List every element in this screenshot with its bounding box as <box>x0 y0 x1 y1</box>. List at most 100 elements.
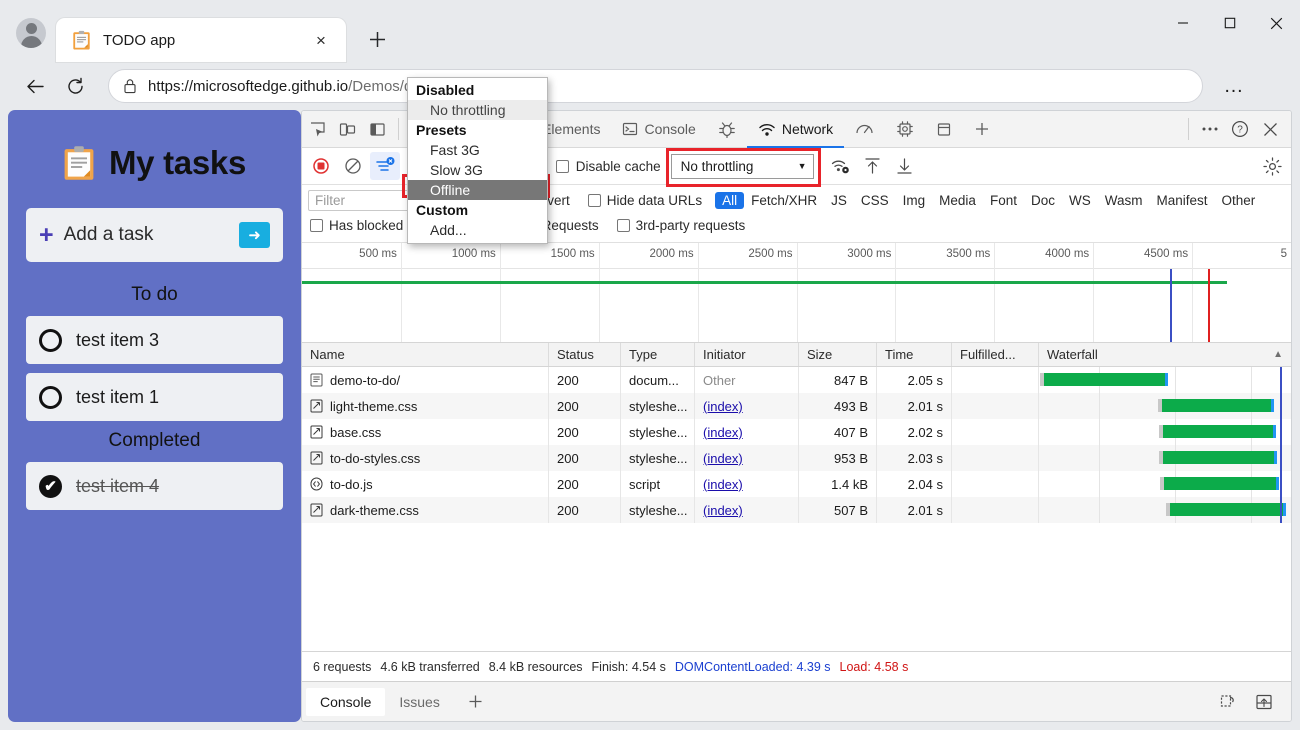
minimize-button[interactable] <box>1159 0 1206 46</box>
column-header-status[interactable]: Status <box>549 343 621 366</box>
menu-item-slow-3g[interactable]: Slow 3G <box>408 160 547 180</box>
import-har-icon[interactable] <box>858 152 888 180</box>
menu-item-offline[interactable]: Offline <box>408 180 547 200</box>
back-button[interactable] <box>18 69 52 103</box>
table-row[interactable]: dark-theme.css 200 styleshe... (index) 5… <box>302 497 1291 523</box>
add-task-input[interactable]: Add a task <box>64 224 229 246</box>
tab-network[interactable]: Network <box>746 111 845 148</box>
checkbox-circle-icon[interactable] <box>39 328 62 352</box>
dock-side-icon[interactable] <box>362 111 392 147</box>
drawer-tab-issues[interactable]: Issues <box>385 688 453 716</box>
browser-more-button[interactable]: … <box>1217 69 1251 103</box>
clear-button[interactable] <box>338 152 368 180</box>
request-size: 507 B <box>799 497 877 523</box>
task-label: test item 3 <box>76 329 160 350</box>
request-size: 1.4 kB <box>799 471 877 497</box>
table-row[interactable]: base.css 200 styleshe... (index) 407 B 2… <box>302 419 1291 445</box>
type-filter-css[interactable]: CSS <box>854 192 896 209</box>
disable-cache-checkbox[interactable]: Disable cache <box>548 159 669 174</box>
request-initiator[interactable]: (index) <box>703 425 743 440</box>
sort-ascending-icon: ▲ <box>1273 349 1283 360</box>
column-header-size[interactable]: Size <box>799 343 877 366</box>
tab-memory[interactable] <box>885 111 925 147</box>
list-item[interactable]: test item 3 <box>26 316 283 364</box>
help-icon[interactable]: ? <box>1225 111 1255 147</box>
device-emulation-icon[interactable] <box>332 111 362 147</box>
url-input[interactable]: https://microsoftedge.github.io/Demos/de… <box>108 69 1203 103</box>
request-initiator[interactable]: (index) <box>703 503 743 518</box>
column-header-name[interactable]: Name <box>302 343 549 366</box>
close-devtools-icon[interactable] <box>1255 111 1285 147</box>
network-conditions-icon[interactable] <box>826 152 856 180</box>
tab-application[interactable] <box>925 111 963 147</box>
type-filter-other[interactable]: Other <box>1215 192 1263 209</box>
third-party-requests-checkbox[interactable]: 3rd-party requests <box>608 218 755 233</box>
devtools-drawer: Console Issues <box>302 681 1291 721</box>
browser-tab[interactable]: TODO app × <box>56 18 346 62</box>
drawer-add-tab-button[interactable] <box>454 688 497 716</box>
type-filter-all[interactable]: All <box>715 192 745 209</box>
type-filter-fetch-xhr[interactable]: Fetch/XHR <box>744 192 824 209</box>
type-filter-js[interactable]: JS <box>824 192 854 209</box>
new-tab-button[interactable] <box>360 22 394 56</box>
plus-icon: + <box>39 220 54 249</box>
tab-console[interactable]: Console <box>611 111 706 147</box>
type-filter-media[interactable]: Media <box>932 192 983 209</box>
type-filter-img[interactable]: Img <box>896 192 933 209</box>
request-initiator[interactable]: (index) <box>703 399 743 414</box>
column-header-initiator[interactable]: Initiator <box>695 343 799 366</box>
tab-close-icon[interactable]: × <box>308 27 334 53</box>
column-header-type[interactable]: Type <box>621 343 695 366</box>
menu-item-no-throttling[interactable]: No throttling <box>408 100 547 120</box>
more-tools-icon[interactable] <box>1195 111 1225 147</box>
export-har-icon[interactable] <box>890 152 920 180</box>
overview-tick: 4000 ms <box>1045 248 1090 260</box>
tab-sources[interactable] <box>707 111 747 147</box>
throttling-menu[interactable]: Disabled No throttling Presets Fast 3G S… <box>407 77 548 244</box>
table-row[interactable]: light-theme.css 200 styleshe... (index) … <box>302 393 1291 419</box>
drawer-dock-icon[interactable] <box>1249 688 1279 716</box>
throttling-dropdown[interactable]: No throttling ▼ <box>670 153 814 179</box>
settings-gear-icon[interactable] <box>1257 152 1287 180</box>
hide-data-urls-checkbox[interactable]: Hide data URLs <box>579 193 711 208</box>
request-fulfilled <box>952 393 1039 419</box>
table-row[interactable]: demo-to-do/ 200 docum... Other 847 B 2.0… <box>302 367 1291 393</box>
request-type: styleshe... <box>621 445 695 471</box>
maximize-button[interactable] <box>1206 0 1253 46</box>
checkbox-checked-icon[interactable]: ✔ <box>39 474 62 498</box>
table-row[interactable]: to-do.js 200 script (index) 1.4 kB 2.04 … <box>302 471 1291 497</box>
list-item[interactable]: test item 1 <box>26 373 283 421</box>
request-initiator[interactable]: (index) <box>703 477 743 492</box>
request-waterfall <box>1039 393 1291 419</box>
record-button[interactable] <box>306 152 336 180</box>
submit-task-button[interactable]: ➜ <box>239 222 270 248</box>
tab-performance[interactable] <box>844 111 885 147</box>
column-header-time[interactable]: Time <box>877 343 952 366</box>
menu-item-add-custom[interactable]: Add... <box>408 220 547 240</box>
avatar[interactable] <box>16 18 46 48</box>
type-filter-manifest[interactable]: Manifest <box>1149 192 1214 209</box>
type-filter-doc[interactable]: Doc <box>1024 192 1062 209</box>
performance-gauge-icon <box>856 124 873 134</box>
table-row[interactable]: to-do-styles.css 200 styleshe... (index)… <box>302 445 1291 471</box>
request-initiator[interactable]: (index) <box>703 451 743 466</box>
network-overview[interactable]: 500 ms 1000 ms 1500 ms 2000 ms 2500 ms 3… <box>302 243 1291 343</box>
filter-button[interactable] <box>370 152 400 180</box>
reload-button[interactable] <box>58 69 92 103</box>
column-header-fulfilled[interactable]: Fulfilled... <box>952 343 1039 366</box>
page-title: My tasks <box>26 144 283 182</box>
drawer-tab-console[interactable]: Console <box>306 687 386 716</box>
column-header-waterfall[interactable]: Waterfall ▲ <box>1039 343 1291 366</box>
list-item[interactable]: ✔ test item 4 <box>26 462 283 510</box>
add-panel-button[interactable] <box>963 111 1001 147</box>
add-task-row[interactable]: + Add a task ➜ <box>26 208 283 262</box>
console-settings-icon[interactable] <box>1213 688 1243 716</box>
type-filter-font[interactable]: Font <box>983 192 1024 209</box>
close-window-button[interactable] <box>1253 0 1300 46</box>
type-filter-ws[interactable]: WS <box>1062 192 1098 209</box>
type-filter-wasm[interactable]: Wasm <box>1098 192 1150 209</box>
checkbox-circle-icon[interactable] <box>39 385 62 409</box>
request-size: 407 B <box>799 419 877 445</box>
inspect-element-icon[interactable] <box>302 111 332 147</box>
menu-item-fast-3g[interactable]: Fast 3G <box>408 140 547 160</box>
